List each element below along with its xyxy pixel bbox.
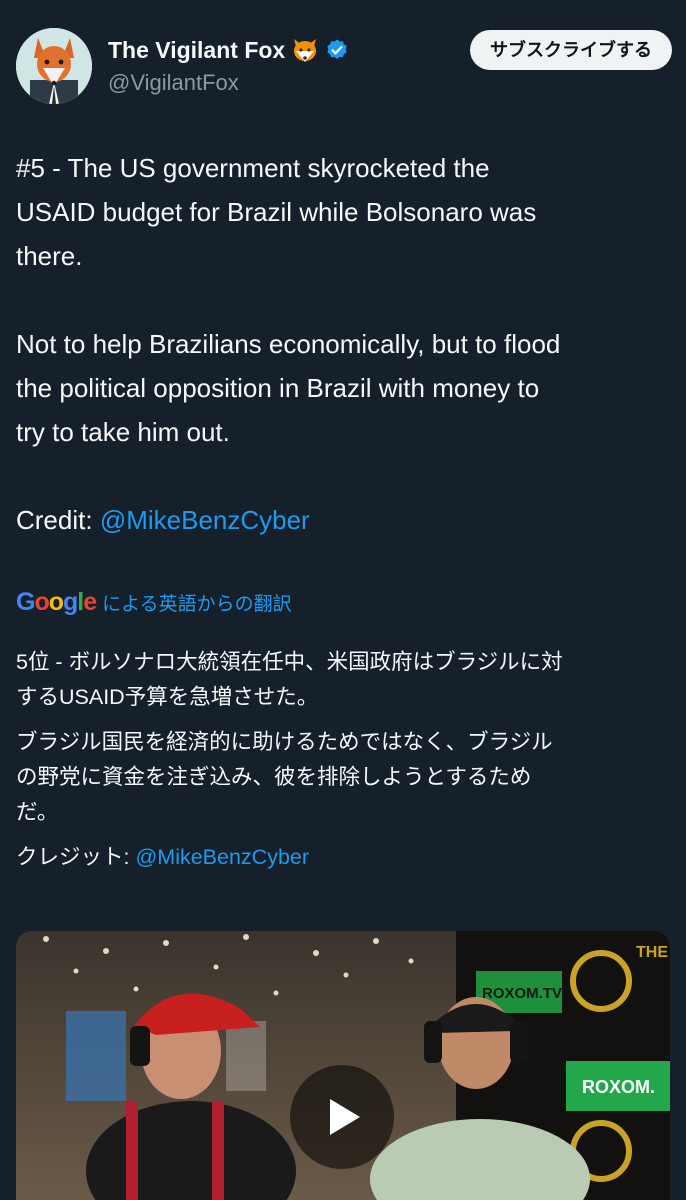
sign-text: ROXOM. [582, 1077, 655, 1097]
tweet-text-line: the political opposition in Brazil with … [16, 373, 540, 403]
play-button[interactable] [290, 1065, 394, 1169]
author-display-name[interactable]: The Vigilant Fox [108, 37, 285, 64]
translated-credit-line: クレジット: @MikeBenzCyber [16, 840, 666, 875]
credit-line: Credit: @MikeBenzCyber [16, 498, 666, 542]
tweet-text-line: USAID budget for Brazil while Bolsonaro … [16, 197, 537, 227]
tweet-text-line: there. [16, 241, 83, 271]
translated-paragraph: 5位 - ボルソナロ大統領在任中、米国政府はブラジルに対 するUSAID予算を急増… [16, 650, 563, 709]
translated-paragraph: ブラジル国民を経済的に助けるためではなく、ブラジル の野党に資金を注ぎ込み、彼を排… [16, 730, 553, 824]
translation-attribution[interactable]: Google による英語からの翻訳 [16, 586, 292, 618]
fox-face-icon [291, 36, 319, 64]
avatar[interactable] [16, 28, 92, 104]
subscribe-button[interactable]: サブスクライブする [470, 30, 672, 70]
credit-label: クレジット: [16, 845, 136, 869]
tweet-body: #5 - The US government skyrocketed the U… [16, 146, 666, 542]
author-handle[interactable]: @VigilantFox [108, 70, 239, 96]
mention-link[interactable]: @MikeBenzCyber [135, 845, 309, 869]
play-icon [330, 1099, 360, 1135]
sign-text: THE SHIN BLO [636, 944, 670, 961]
google-logo: Google [16, 587, 97, 616]
verified-badge-icon [325, 38, 349, 62]
tweet-text-line: Not to help Brazilians economically, but… [16, 329, 561, 359]
tweet-header: The Vigilant Fox @VigilantFox サブスクライブする [16, 28, 672, 108]
tweet-text-line: #5 - The US government skyrocketed the [16, 153, 490, 183]
translation-label[interactable]: による英語からの翻訳 [102, 589, 291, 616]
fox-avatar-icon [16, 28, 92, 104]
video-player[interactable]: ROXOM.TV ROXOM. THE SHIN BLO [16, 931, 670, 1200]
sign-text: ROXOM.TV [482, 985, 562, 1002]
mention-link[interactable]: @MikeBenzCyber [100, 505, 310, 535]
credit-label: Credit: [16, 505, 100, 535]
translated-text: 5位 - ボルソナロ大統領在任中、米国政府はブラジルに対 するUSAID予算を急増… [16, 645, 666, 885]
tweet-text-line: try to take him out. [16, 417, 230, 447]
author-name-row[interactable]: The Vigilant Fox [108, 36, 349, 64]
